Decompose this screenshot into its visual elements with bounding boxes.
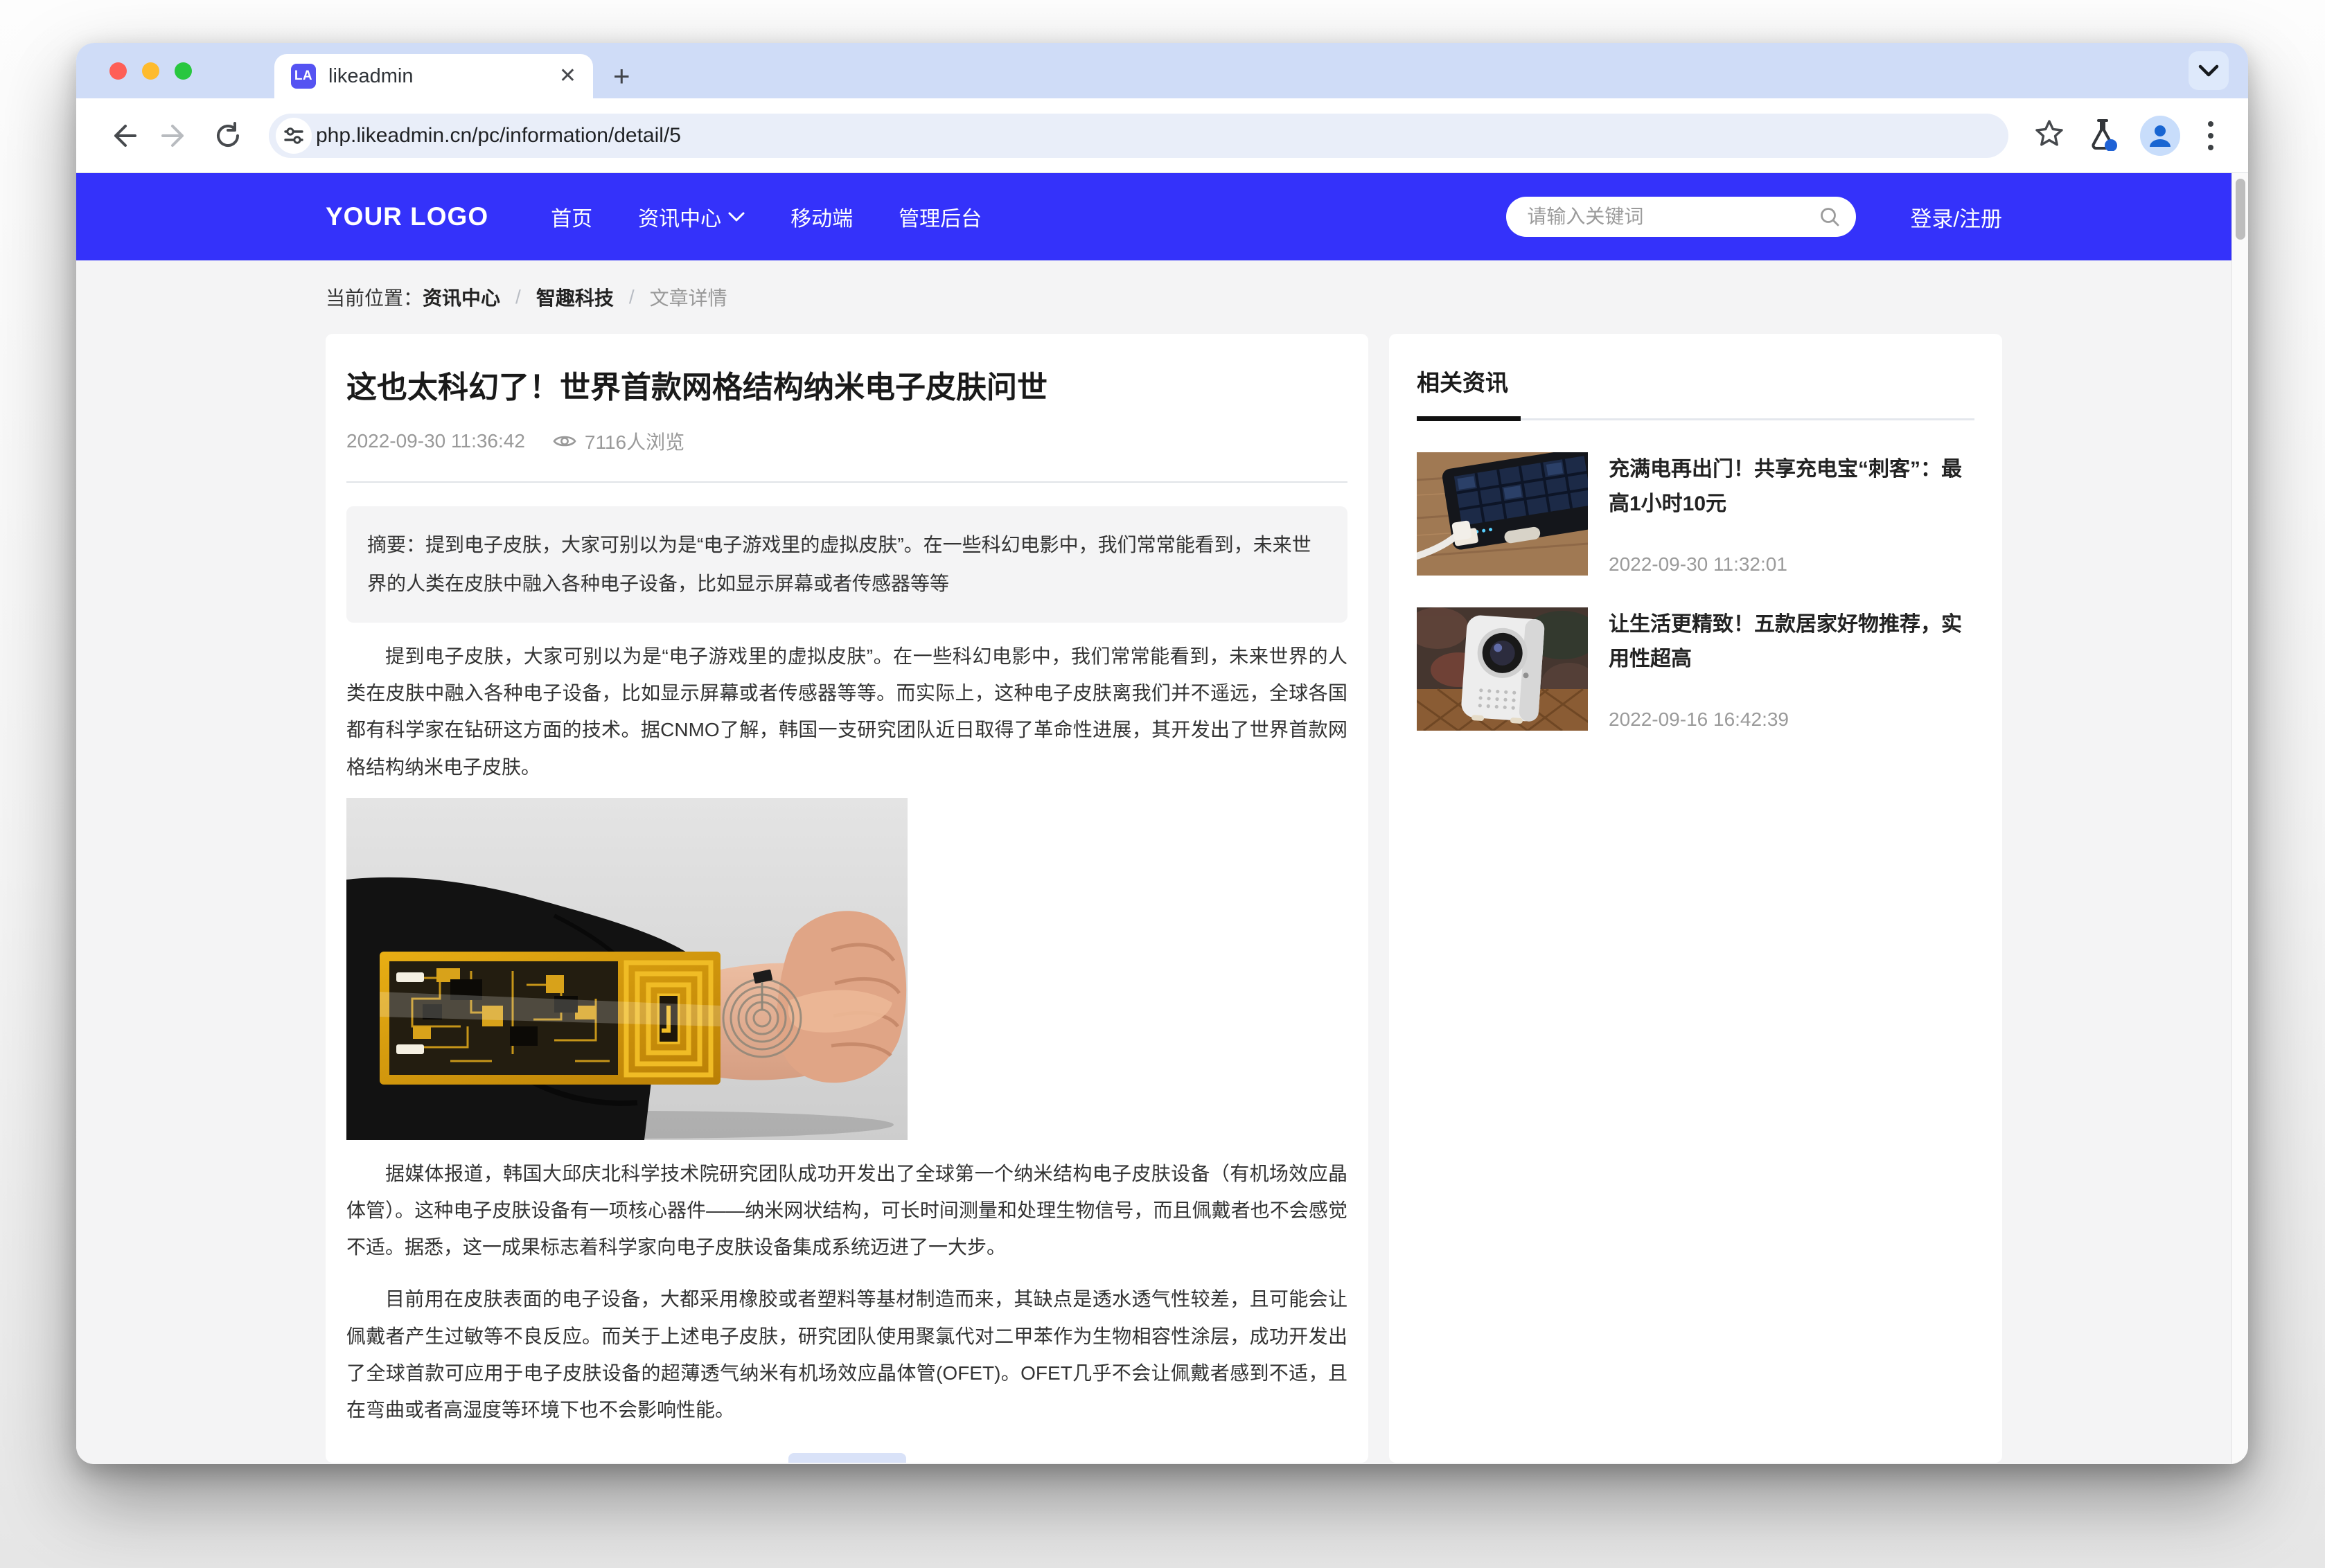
- forward-arrow-icon: [160, 121, 191, 151]
- login-register-link[interactable]: 登录/注册: [1910, 202, 2002, 233]
- close-window-button[interactable]: [109, 62, 127, 80]
- experiments-button[interactable]: [2086, 116, 2119, 154]
- tune-icon: [284, 126, 303, 145]
- site-favicon: LA: [291, 64, 316, 89]
- search-box: [1506, 197, 1856, 237]
- address-bar[interactable]: php.likeadmin.cn/pc/information/detail/5: [269, 114, 2008, 158]
- divider: [1417, 418, 1974, 420]
- related-news-card: 相关资讯: [1389, 334, 2002, 1463]
- search-input[interactable]: [1527, 206, 1819, 228]
- nav-item-news-center[interactable]: 资讯中心: [638, 202, 745, 232]
- related-thumbnail-projector[interactable]: [1417, 607, 1588, 731]
- related-item-date: 2022-09-30 11:32:01: [1609, 553, 1974, 576]
- related-thumbnail-powerbank[interactable]: [1417, 452, 1588, 576]
- article-image: [346, 798, 908, 1140]
- related-news-title: 相关资讯: [1417, 364, 1974, 398]
- nav-links: 首页 资讯中心 移动端 管理后台: [551, 202, 982, 232]
- page-scrollbar[interactable]: [2231, 173, 2248, 1464]
- related-item[interactable]: 让生活更精致！五款居家好物推荐，实用性超高 2022-09-16 16:42:3…: [1417, 607, 1974, 731]
- divider: [346, 481, 1347, 483]
- breadcrumb-prefix: 当前位置：: [326, 283, 423, 311]
- article-views: 7116人浏览: [553, 427, 684, 455]
- beaker-icon: [2086, 116, 2119, 151]
- article-paragraph: 提到电子皮肤，大家可别以为是“电子游戏里的虚拟皮肤”。在一些科幻电影中，我们常常…: [346, 638, 1347, 785]
- nav-item-mobile[interactable]: 移动端: [790, 202, 853, 232]
- star-icon: [2033, 118, 2065, 150]
- toolbar-right-icons: [2033, 116, 2225, 156]
- related-item-title[interactable]: 充满电再出门！共享充电宝“刺客”：最高1小时10元: [1609, 452, 1974, 521]
- related-item[interactable]: 充满电再出门！共享充电宝“刺客”：最高1小时10元 2022-09-30 11:…: [1417, 452, 1974, 576]
- person-icon: [2146, 122, 2174, 150]
- related-item-date: 2022-09-16 16:42:39: [1609, 709, 1974, 731]
- url-text: php.likeadmin.cn/pc/information/detail/5: [316, 124, 681, 148]
- zoom-window-button[interactable]: [175, 62, 192, 80]
- back-arrow-icon: [107, 121, 138, 151]
- browser-toolbar: php.likeadmin.cn/pc/information/detail/5: [76, 98, 2248, 173]
- scrollbar-thumb[interactable]: [2236, 179, 2245, 240]
- breadcrumb: 当前位置： 资讯中心 / 智趣科技 / 文章详情: [326, 260, 2002, 334]
- article-title: 这也太科幻了！世界首款网格结构纳米电子皮肤问世: [346, 368, 1347, 407]
- nav-item-admin[interactable]: 管理后台: [899, 202, 982, 232]
- breadcrumb-item-current: 文章详情: [650, 283, 727, 311]
- back-button[interactable]: [100, 113, 145, 159]
- tab-close-icon[interactable]: ✕: [559, 66, 576, 87]
- traffic-lights: [109, 62, 192, 80]
- article-paragraph: 据媒体报道，韩国大邱庆北科学技术院研究团队成功开发出了全球第一个纳米结构电子皮肤…: [346, 1155, 1347, 1266]
- browser-menu-button[interactable]: [2201, 121, 2220, 150]
- forward-button[interactable]: [152, 113, 198, 159]
- tab-title: likeadmin: [328, 65, 547, 88]
- site-settings-button[interactable]: [276, 118, 312, 154]
- new-tab-button[interactable]: +: [613, 58, 630, 94]
- active-tab-indicator: [1417, 416, 1521, 421]
- chevron-down-icon: [2198, 64, 2219, 78]
- main-content: 这也太科幻了！世界首款网格结构纳米电子皮肤问世 2022-09-30 11:36…: [326, 334, 2002, 1463]
- profile-avatar[interactable]: [2140, 116, 2180, 156]
- breadcrumb-separator: /: [515, 286, 521, 308]
- bookmark-button[interactable]: [2033, 118, 2065, 153]
- chevron-down-icon: [728, 212, 745, 222]
- breadcrumb-separator: /: [629, 286, 635, 308]
- article-date: 2022-09-30 11:36:42: [346, 430, 525, 452]
- browser-tab[interactable]: LA likeadmin ✕: [274, 54, 593, 98]
- article-meta: 2022-09-30 11:36:42 7116人浏览: [346, 427, 1347, 455]
- nav-item-home[interactable]: 首页: [551, 202, 592, 232]
- tab-search-button[interactable]: [2189, 51, 2229, 90]
- article-card: 这也太科幻了！世界首款网格结构纳米电子皮肤问世 2022-09-30 11:36…: [326, 334, 1368, 1463]
- article-summary: 摘要：提到电子皮肤，大家可别以为是“电子游戏里的虚拟皮肤”。在一些科幻电影中，我…: [346, 506, 1347, 623]
- site-navbar: YOUR LOGO 首页 资讯中心 移动端 管理后: [76, 173, 2231, 260]
- article-body: 提到电子皮肤，大家可别以为是“电子游戏里的虚拟皮肤”。在一些科幻电影中，我们常常…: [346, 638, 1347, 1428]
- comment-box-peek[interactable]: [788, 1453, 906, 1463]
- browser-window: LA likeadmin ✕ +: [76, 43, 2248, 1464]
- breadcrumb-item-category[interactable]: 智趣科技: [536, 283, 614, 311]
- article-paragraph: 目前用在皮肤表面的电子设备，大都采用橡胶或者塑料等基材制造而来，其缺点是透水透气…: [346, 1281, 1347, 1428]
- page-viewport: YOUR LOGO 首页 资讯中心 移动端 管理后: [76, 173, 2231, 1464]
- electronic-skin-arm-image: [346, 798, 908, 1140]
- breadcrumb-item-news-center[interactable]: 资讯中心: [423, 283, 500, 311]
- search-icon[interactable]: [1819, 206, 1841, 228]
- reload-button[interactable]: [205, 113, 251, 159]
- tab-strip: LA likeadmin ✕ +: [76, 43, 2248, 98]
- eye-icon: [553, 433, 576, 449]
- related-item-title[interactable]: 让生活更精致！五款居家好物推荐，实用性超高: [1609, 607, 1974, 676]
- site-logo[interactable]: YOUR LOGO: [326, 202, 488, 231]
- minimize-window-button[interactable]: [142, 62, 159, 80]
- reload-icon: [213, 121, 243, 151]
